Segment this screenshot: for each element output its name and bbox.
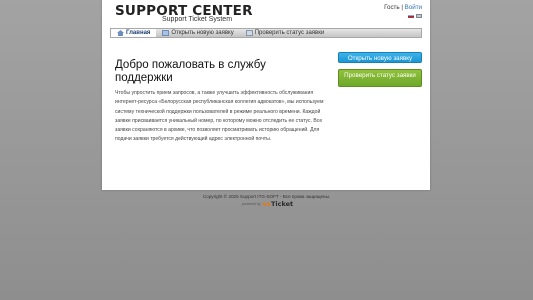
nav-item-label: Проверить статус заявки [254,30,325,36]
ticket-status-icon [245,30,253,36]
login-link[interactable]: Войти [405,4,422,11]
brand-prefix: os [262,200,271,208]
footer-copyright: Copyright © 2025 Support ITG-SOFT - Все … [202,194,331,199]
powered-by-label: powered by [242,202,261,206]
nav-item-label: Открыть новую заявку [171,30,234,36]
powered-by: powered by osTicket [242,200,293,208]
nav-item-home[interactable]: Главная [111,29,157,37]
open-ticket-button[interactable]: Открыть новую заявку [338,52,422,63]
user-bar-separator: | [401,4,403,11]
language-switcher [408,14,422,18]
nav-item-open-ticket[interactable]: Открыть новую заявку [156,29,239,37]
page-container: SUPPORT CENTER Support Ticket System Гос… [102,0,430,190]
brand-name: Ticket [270,200,294,208]
nav-item-label: Главная [126,30,151,36]
nav-item-check-status[interactable]: Проверить статус заявки [240,29,330,37]
guest-label: Гость [384,4,400,11]
user-bar: Гость | Войти [384,4,422,11]
new-ticket-icon [162,30,170,36]
welcome-title: Добро пожаловать в службу поддержки [115,59,266,84]
check-status-button[interactable]: Проверить статус заявки [338,69,422,87]
russian-flag-icon[interactable] [408,14,414,18]
osticket-logo[interactable]: osTicket [263,200,294,208]
main-nav: Главная Открыть новую заявку Проверить с… [110,28,422,38]
english-flag-icon[interactable] [416,14,422,18]
intro-text: Чтобы упростить прием запросов, а также … [115,90,324,143]
home-icon [117,30,124,36]
logo-subtitle: Support Ticket System [162,16,233,23]
